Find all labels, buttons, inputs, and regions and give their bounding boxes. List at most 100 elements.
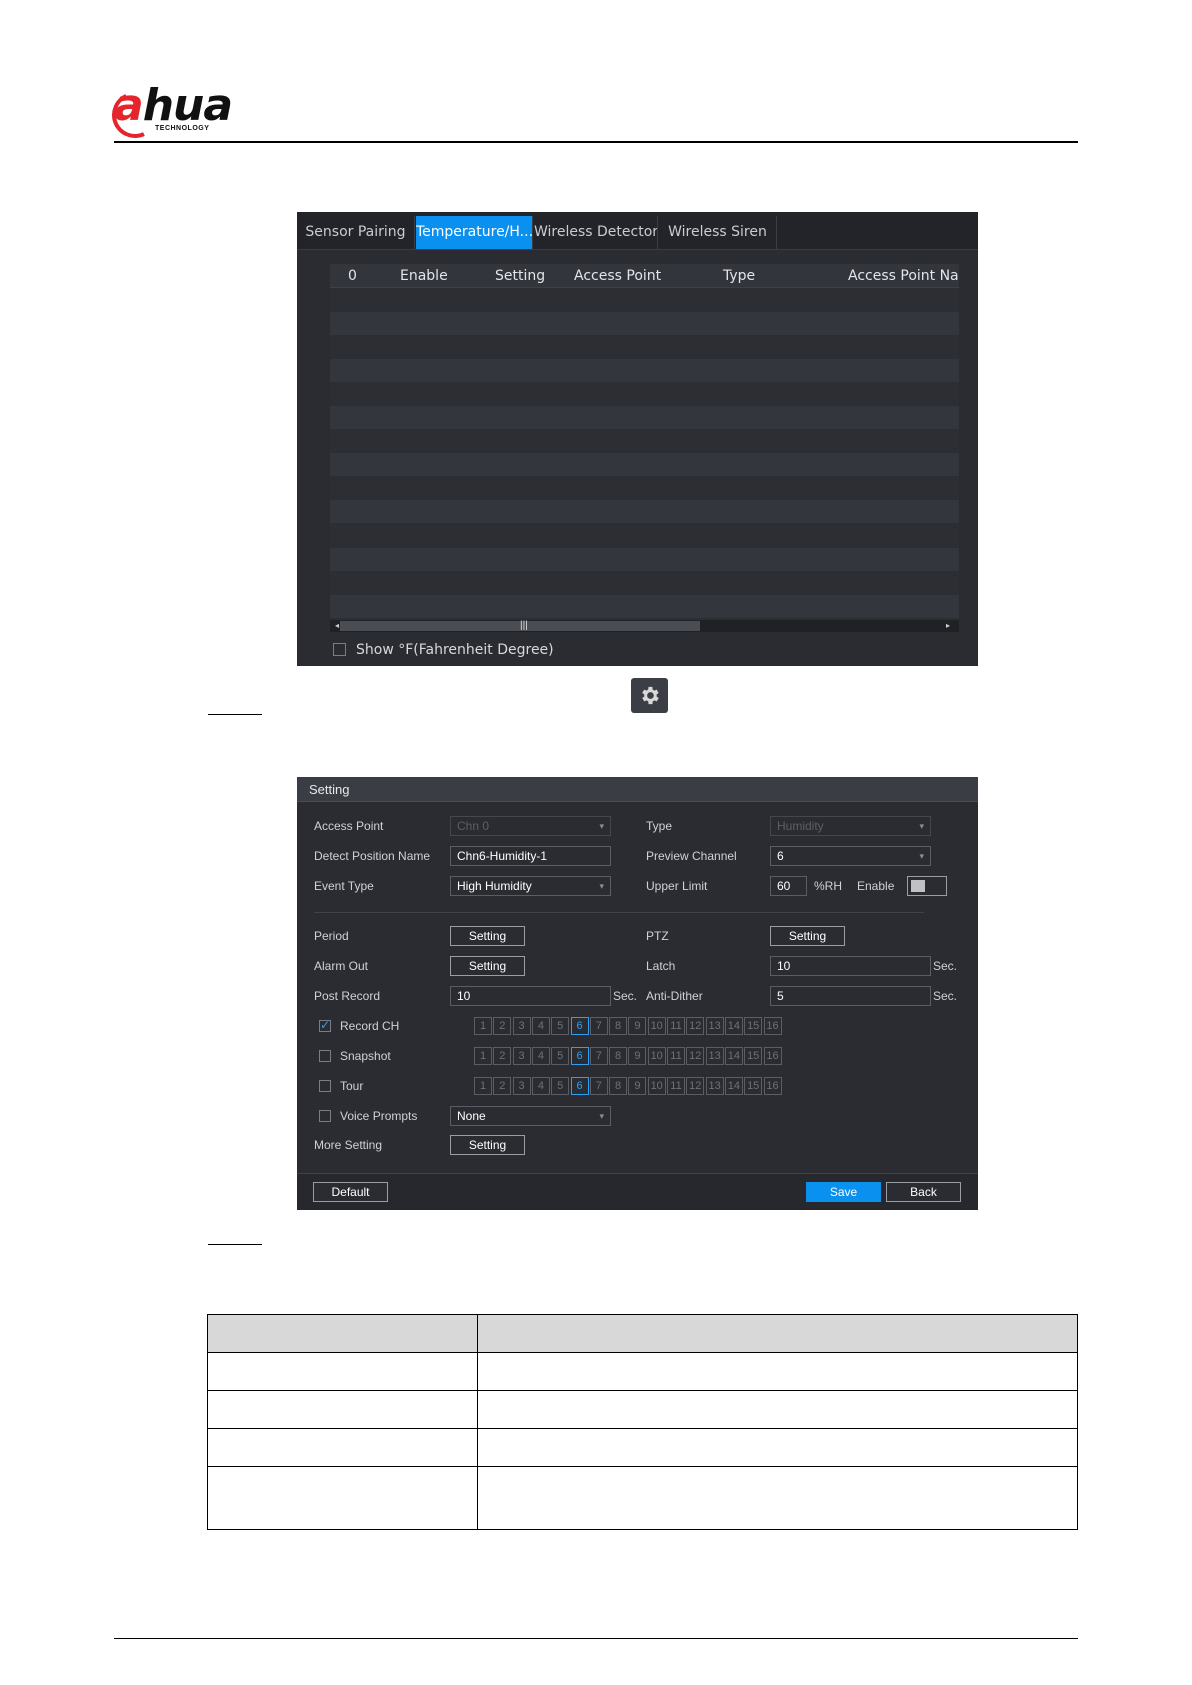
tab-wireless-siren[interactable]: Wireless Siren [659, 216, 777, 249]
channel-box[interactable]: 3 [512, 1017, 531, 1035]
channel-box[interactable]: 2 [493, 1077, 512, 1095]
table-row[interactable] [330, 594, 959, 618]
channel-box[interactable]: 1 [474, 1077, 492, 1095]
table-row[interactable] [330, 453, 959, 477]
channel-box[interactable]: 12 [686, 1077, 705, 1095]
channel-box[interactable]: 9 [628, 1047, 647, 1065]
channel-box[interactable]: 8 [609, 1077, 628, 1095]
channel-box[interactable]: 6 [570, 1047, 589, 1065]
channel-box[interactable]: 11 [667, 1047, 685, 1065]
channel-box[interactable]: 2 [493, 1047, 512, 1065]
table-row[interactable] [330, 358, 959, 382]
channel-box[interactable]: 4 [531, 1077, 550, 1095]
period-setting-button[interactable]: Setting [450, 926, 525, 946]
channel-box[interactable]: 5 [551, 1017, 570, 1035]
channel-box[interactable]: 10 [647, 1047, 666, 1065]
channel-box[interactable]: 13 [705, 1077, 724, 1095]
table-row[interactable] [330, 335, 959, 358]
record-ch-checkbox[interactable] [319, 1018, 331, 1032]
channel-box[interactable]: 8 [609, 1047, 628, 1065]
scroll-right-icon[interactable]: ▸ [946, 622, 954, 630]
latch-input[interactable]: 10 [770, 956, 931, 976]
channel-box[interactable]: 7 [589, 1077, 608, 1095]
channel-box[interactable]: 11 [667, 1017, 685, 1035]
ptz-setting-button[interactable]: Setting [770, 926, 845, 946]
horizontal-scrollbar[interactable]: ◂ ||| ▸ [330, 620, 959, 632]
default-button[interactable]: Default [313, 1182, 388, 1202]
channel-box[interactable]: 16 [763, 1047, 782, 1065]
column-header[interactable]: 0 [348, 264, 357, 288]
alarm-out-setting-button[interactable]: Setting [450, 956, 525, 976]
table-row[interactable] [330, 524, 959, 547]
channel-box[interactable]: 2 [493, 1017, 512, 1035]
enable-toggle[interactable] [907, 876, 947, 896]
channel-box[interactable]: 9 [628, 1077, 647, 1095]
channel-box[interactable]: 5 [551, 1047, 570, 1065]
tab-temperature-humidity[interactable]: Temperature/H... [416, 216, 533, 249]
column-header[interactable]: Type [723, 264, 755, 288]
channel-box[interactable]: 6 [570, 1017, 589, 1035]
table-row[interactable] [330, 406, 959, 429]
table-row[interactable] [330, 430, 959, 453]
channel-box[interactable]: 5 [551, 1077, 570, 1095]
table-row[interactable] [330, 477, 959, 500]
detect-position-name-input[interactable]: Chn6-Humidity-1 [450, 846, 611, 866]
channel-box[interactable]: 13 [705, 1047, 724, 1065]
voice-prompts-checkbox[interactable] [319, 1110, 331, 1122]
save-button[interactable]: Save [806, 1182, 881, 1202]
channel-box[interactable]: 3 [512, 1077, 531, 1095]
channel-box[interactable]: 3 [512, 1047, 531, 1065]
tour-checkbox[interactable] [319, 1080, 331, 1092]
channel-box[interactable]: 11 [667, 1077, 685, 1095]
channel-box[interactable]: 7 [589, 1047, 608, 1065]
anti-dither-input[interactable]: 5 [770, 986, 931, 1006]
channel-box[interactable]: 12 [686, 1047, 705, 1065]
table-row[interactable] [330, 382, 959, 405]
table-row[interactable] [330, 500, 959, 524]
column-header[interactable]: Enable [400, 264, 448, 288]
column-header[interactable]: Access Point [574, 264, 661, 288]
table-row[interactable] [330, 311, 959, 335]
channel-box[interactable]: 15 [744, 1077, 763, 1095]
channel-box[interactable]: 8 [609, 1017, 628, 1035]
table-row[interactable] [330, 571, 959, 594]
channel-box[interactable]: 1 [474, 1047, 492, 1065]
channel-box[interactable]: 1 [474, 1017, 492, 1035]
channel-box[interactable]: 4 [531, 1017, 550, 1035]
channel-box[interactable]: 10 [647, 1077, 666, 1095]
channel-box[interactable]: 14 [724, 1077, 743, 1095]
channel-box[interactable]: 6 [570, 1077, 589, 1095]
more-setting-button[interactable]: Setting [450, 1135, 525, 1155]
channel-box[interactable]: 15 [744, 1047, 763, 1065]
channel-box[interactable]: 16 [763, 1017, 782, 1035]
event-type-select[interactable]: High Humidity ▾ [450, 876, 611, 896]
tab-sensor-pairing[interactable]: Sensor Pairing [297, 216, 415, 249]
channel-box[interactable]: 15 [744, 1017, 763, 1035]
channel-box[interactable]: 4 [531, 1047, 550, 1065]
access-point-label: Access Point [314, 819, 384, 833]
channel-box[interactable]: 10 [647, 1017, 666, 1035]
channel-box[interactable]: 7 [589, 1017, 608, 1035]
detect-position-name-label: Detect Position Name [314, 849, 431, 863]
table-row[interactable] [330, 547, 959, 571]
column-header[interactable]: Setting [495, 264, 545, 288]
table-row[interactable] [330, 288, 959, 311]
snapshot-checkbox[interactable] [319, 1050, 331, 1062]
channel-box[interactable]: 9 [628, 1017, 647, 1035]
back-button[interactable]: Back [886, 1182, 961, 1202]
show-fahrenheit-option[interactable]: Show °F(Fahrenheit Degree) [333, 642, 554, 658]
post-record-input[interactable]: 10 [450, 986, 611, 1006]
chevron-down-icon: ▾ [599, 821, 604, 831]
tab-wireless-detector[interactable]: Wireless Detector [534, 216, 658, 249]
tour-label: Tour [340, 1079, 364, 1093]
channel-box[interactable]: 14 [724, 1017, 743, 1035]
voice-prompts-select[interactable]: None ▾ [450, 1106, 611, 1126]
channel-box[interactable]: 16 [763, 1077, 782, 1095]
channel-box[interactable]: 12 [686, 1017, 705, 1035]
channel-box[interactable]: 13 [705, 1017, 724, 1035]
upper-limit-input[interactable]: 60 [770, 876, 807, 896]
show-fahrenheit-checkbox[interactable] [333, 643, 346, 656]
channel-box[interactable]: 14 [724, 1047, 743, 1065]
preview-channel-select[interactable]: 6 ▾ [770, 846, 931, 866]
column-header[interactable]: Access Point Nam [848, 264, 959, 288]
